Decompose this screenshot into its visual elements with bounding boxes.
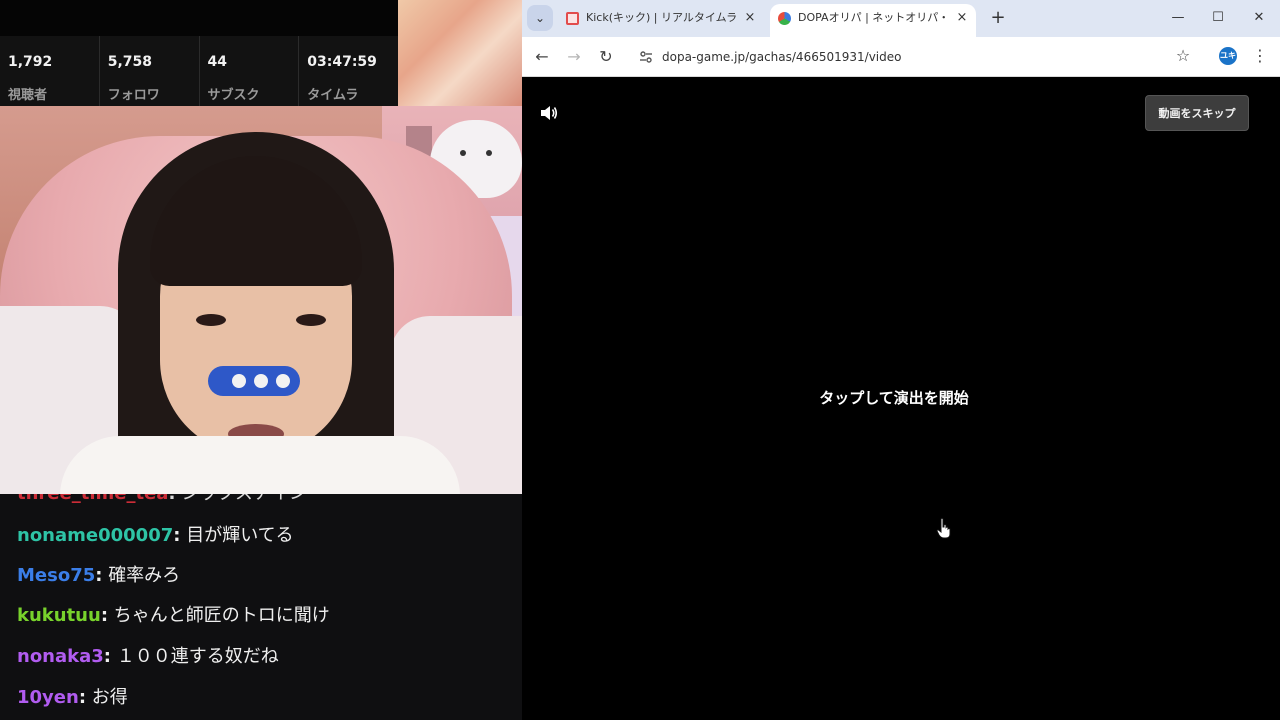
forward-button[interactable]: → (561, 44, 587, 70)
reload-button[interactable]: ↻ (593, 44, 619, 70)
chat-username[interactable]: three_time_tea (17, 494, 168, 504)
chat-separator: : (173, 525, 181, 546)
chat-message: kukutuu: ちゃんと師匠のトロに聞け (17, 604, 330, 628)
chat-username[interactable]: kukutuu (17, 605, 101, 626)
stat-viewers: 1,792 視聴者 (0, 36, 100, 106)
stat-label: 視聴者 (8, 88, 48, 103)
close-icon[interactable]: × (742, 4, 758, 32)
tab-dopa[interactable]: DOPAオリパ | ネットオリパ・オンライ × (770, 4, 976, 37)
chat-username[interactable]: noname000007 (17, 525, 173, 546)
chat-separator: : (95, 565, 103, 586)
webcam-feed (0, 106, 522, 494)
page-content[interactable]: 動画をスキップ タップして演出を開始 (522, 77, 1280, 720)
chat-text: １００連する奴だね (116, 646, 279, 667)
stream-stats-bar: 1,792 視聴者 5,758 フォロワ 44 サブスク 03:47:59 タイ… (0, 36, 398, 106)
url-text[interactable]: dopa-game.jp/gachas/466501931/video (662, 41, 901, 73)
tab-search-button[interactable]: ⌄ (527, 5, 553, 31)
tab-title: Kick(キック) | リアルタイムランキング (586, 11, 736, 24)
site-info-icon[interactable] (638, 49, 654, 65)
streamer-eye (196, 314, 226, 326)
chat-text: お得 (91, 687, 128, 708)
chat-message: noname000007: 目が輝いてる (17, 524, 294, 548)
stat-followers: 5,758 フォロワ (100, 36, 200, 106)
back-button[interactable]: ← (529, 44, 555, 70)
address-bar[interactable]: dopa-game.jp/gachas/466501931/video (630, 41, 1208, 73)
bandage-print (232, 374, 246, 388)
streamer-eye (296, 314, 326, 326)
maximize-button[interactable]: ☐ (1198, 0, 1238, 37)
volume-icon[interactable] (540, 105, 558, 121)
chat-separator: : (103, 646, 111, 667)
stat-value: 03:47:59 (307, 54, 377, 70)
chat-separator: : (168, 494, 175, 504)
chat-username[interactable]: 10yen (17, 687, 79, 708)
window-close-button[interactable]: ✕ (1239, 0, 1279, 37)
kick-favicon-icon (566, 12, 579, 25)
streamer-shirt (60, 436, 460, 494)
more-menu-icon[interactable]: ⋮ (1252, 45, 1268, 67)
browser-toolbar: ← → ↻ dopa-game.jp/gachas/466501931/vide… (522, 37, 1280, 77)
overlay-top-bar (0, 0, 398, 36)
chat-text: ちゃんと師匠のトロに聞け (113, 605, 330, 626)
chat-text: 確率みろ (108, 565, 181, 586)
bandage-print (276, 374, 290, 388)
chat-text: シックスナイン (181, 494, 306, 504)
chat-username[interactable]: Meso75 (17, 565, 95, 586)
browser-window: ⌄ Kick(キック) | リアルタイムランキング × DOPAオリパ | ネッ… (522, 0, 1280, 720)
skip-video-button[interactable]: 動画をスキップ (1145, 95, 1249, 131)
chat-text: 目が輝いてる (186, 525, 294, 546)
arrow-left-icon: ← (535, 47, 549, 66)
tab-kick[interactable]: Kick(キック) | リアルタイムランキング × (558, 4, 764, 37)
arrow-right-icon: → (567, 47, 581, 66)
new-tab-button[interactable]: + (985, 5, 1011, 31)
chat-separator: : (100, 605, 109, 626)
stat-value: 44 (207, 54, 227, 70)
room-background (398, 0, 522, 106)
dopa-favicon-icon (778, 12, 791, 25)
nose-bandage (208, 366, 300, 396)
stat-value: 1,792 (8, 54, 53, 70)
chat-separator: : (78, 687, 87, 708)
plush-eye (486, 150, 492, 156)
chevron-down-icon: ⌄ (534, 11, 546, 25)
tab-strip: ⌄ Kick(キック) | リアルタイムランキング × DOPAオリパ | ネッ… (522, 0, 1280, 37)
plush-eye (460, 150, 466, 156)
stat-label: タイムラ (307, 88, 359, 103)
stream-overlay: 1,792 視聴者 5,758 フォロワ 44 サブスク 03:47:59 タイ… (0, 0, 522, 720)
minimize-button[interactable]: — (1158, 0, 1198, 37)
stat-subscribers: 44 サブスク (200, 36, 300, 106)
chat-message: Meso75: 確率みろ (17, 564, 180, 588)
stat-timer: 03:47:59 タイムラ (299, 36, 398, 106)
chat-message: 10yen: お得 (17, 686, 128, 710)
stat-label: フォロワ (107, 88, 160, 103)
hand-cursor-icon (936, 517, 951, 539)
chat-message: nonaka3: １００連する奴だね (17, 645, 279, 669)
stat-value: 5,758 (107, 54, 153, 70)
chat-username[interactable]: nonaka3 (17, 646, 104, 667)
chat-panel: three_time_tea: シックスナイン noname000007: 目が… (0, 494, 522, 720)
tab-title: DOPAオリパ | ネットオリパ・オンライ (798, 11, 948, 24)
close-icon[interactable]: × (954, 4, 970, 32)
stat-label: サブスク (207, 88, 260, 103)
bandage-print (254, 374, 268, 388)
chat-message-partial: three_time_tea: シックスナイン (17, 494, 307, 506)
reload-icon: ↻ (599, 47, 613, 66)
bookmark-star-icon[interactable]: ☆ (1172, 45, 1194, 67)
tap-to-start-prompt[interactable]: タップして演出を開始 (522, 387, 1266, 408)
profile-avatar[interactable]: ユキ (1219, 47, 1237, 65)
